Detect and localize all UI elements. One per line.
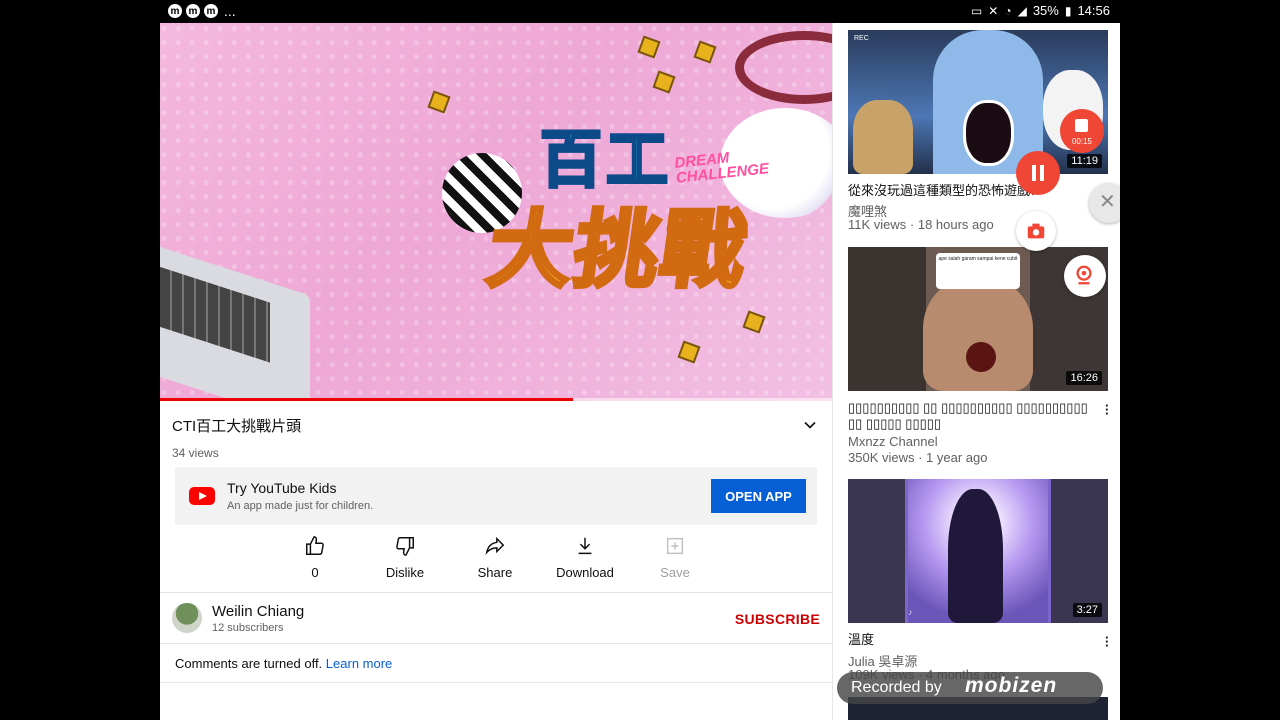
channel-subscribers: 12 subscribers: [212, 622, 284, 634]
kids-promo-subtitle: An app made just for children.: [227, 500, 374, 512]
player-art-laptop: [160, 240, 310, 401]
thumb-rec-label: REC: [854, 35, 869, 42]
dislike-label: Dislike: [385, 565, 425, 580]
watermark-text: Recorded by: [851, 679, 942, 696]
download-icon: [578, 537, 592, 555]
status-system: ▭ ✕ ◔ ◢ 35% ▮ 14:56: [971, 3, 1110, 18]
channel-row: Weilin Chiang 12 subscribers SUBSCRIBE: [172, 601, 820, 637]
learn-more-link[interactable]: Learn more: [326, 656, 392, 671]
more-options-icon[interactable]: · · ·: [1105, 631, 1109, 652]
recommendation-meta: 350K views · 1 year ago: [848, 450, 988, 465]
save-label: Save: [660, 565, 690, 580]
subscribe-button[interactable]: SUBSCRIBE: [735, 611, 820, 627]
kids-promo-title: Try YouTube Kids: [227, 480, 337, 496]
player-art-cube: [637, 35, 661, 59]
notification-icon: m: [204, 4, 218, 18]
camera-icon: [1027, 223, 1045, 239]
share-label: Share: [477, 565, 513, 580]
player-art-cube: [742, 310, 766, 334]
like-button[interactable]: 0: [270, 535, 360, 585]
comments-notice: Comments are turned off. Learn more: [175, 656, 392, 671]
divider: [160, 682, 832, 683]
recommendation-thumbnail[interactable]: ♪ 3:27: [848, 479, 1108, 623]
recorder-stop-button[interactable]: 00:15: [1060, 109, 1104, 153]
more-notifications: ...: [224, 3, 236, 19]
video-duration: 3:27: [1072, 603, 1102, 617]
recommendation-channel: Mxnzz Channel: [848, 434, 938, 449]
thumb-art: [948, 489, 1003, 623]
battery-icon: ▮: [1064, 3, 1072, 18]
player-art-ring: [735, 31, 832, 104]
recorder-screenshot-button[interactable]: [1016, 211, 1056, 251]
share-button[interactable]: Share: [450, 535, 540, 585]
clock: 14:56: [1077, 3, 1110, 18]
player-art-cube: [652, 70, 676, 94]
youtube-kids-promo: Try YouTube Kids An app made just for ch…: [175, 467, 817, 525]
video-player[interactable]: 百工 DREAM CHALLENGE 大挑戰: [160, 23, 832, 401]
channel-name[interactable]: Weilin Chiang: [212, 603, 304, 620]
open-app-button[interactable]: OPEN APP: [711, 479, 806, 513]
signal-icon: ◢: [1017, 3, 1027, 18]
thumb-art: [963, 100, 1014, 166]
more-options-icon[interactable]: · · ·: [1105, 399, 1109, 420]
notification-icon: m: [186, 4, 200, 18]
recommendation-title[interactable]: 溫度: [848, 632, 1088, 648]
video-duration: 11:19: [1067, 154, 1102, 168]
player-art-cube: [427, 90, 451, 114]
save-button[interactable]: Save: [630, 535, 720, 585]
recommendation-meta: 11K views · 18 hours ago: [848, 217, 994, 232]
recorder-pause-button[interactable]: [1016, 151, 1060, 195]
thumb-art: [853, 100, 913, 174]
channel-avatar[interactable]: [172, 603, 202, 633]
divider: [160, 592, 832, 593]
youtube-screen: 百工 DREAM CHALLENGE 大挑戰 CTI百工大挑戰片頭 34 vie…: [160, 23, 1120, 720]
battery-level: 35%: [1032, 3, 1059, 18]
notification-icon: m: [168, 4, 182, 18]
close-icon: ✕: [1099, 191, 1116, 213]
like-count: 0: [311, 565, 319, 580]
thumb-art: ♪: [908, 607, 913, 617]
watermark-brand-logo: mobizen: [965, 674, 1058, 697]
recommendation-thumbnail[interactable]: REC 11:19: [848, 30, 1108, 174]
player-art-cube: [677, 340, 701, 364]
video-info[interactable]: CTI百工大挑戰片頭 34 views: [172, 415, 820, 460]
thumb-art: [966, 342, 996, 372]
dislike-button[interactable]: Dislike: [360, 535, 450, 585]
watch-pane: 百工 DREAM CHALLENGE 大挑戰 CTI百工大挑戰片頭 34 vie…: [160, 23, 832, 720]
recommendation-title[interactable]: ▯▯▯▯▯▯▯▯▯▯ ▯▯ ▯▯▯▯▯▯▯▯▯▯ ▯▯▯▯▯▯▯▯▯▯ ▯▯ ▯…: [848, 400, 1088, 432]
video-duration: 16:26: [1066, 371, 1102, 385]
youtube-kids-logo-icon: [189, 487, 215, 505]
player-art-cube: [693, 40, 717, 64]
video-progress-fill: [160, 398, 574, 401]
cast-icon: ▭: [970, 3, 983, 18]
recorder-facecam-button[interactable]: [1064, 255, 1106, 297]
status-bar: m m m ... ▭ ✕ ◔ ◢ 35% ▮ 14:56: [160, 0, 1120, 23]
comments-off-text: Comments are turned off.: [175, 656, 323, 671]
recorder-timer: 00:15: [1071, 137, 1093, 146]
mute-icon: ✕: [988, 3, 999, 18]
video-progress-bar[interactable]: [160, 398, 832, 401]
video-views: 34 views: [172, 446, 219, 460]
divider: [160, 643, 832, 644]
share-icon: [485, 536, 505, 556]
expand-chevron-icon[interactable]: [800, 415, 820, 435]
download-button[interactable]: Download: [540, 535, 630, 585]
video-title: CTI百工大挑戰片頭: [172, 418, 302, 435]
video-logo-bottom: 大挑戰: [480, 201, 755, 299]
wifi-icon: ◔: [1004, 3, 1012, 18]
stop-icon: [1075, 119, 1088, 132]
thumbs-up-icon: [306, 536, 324, 555]
recorder-watermark: Recorded by mobizen: [837, 672, 1103, 704]
action-bar: 0 Dislike Share Download Save: [270, 535, 740, 585]
thumb-caption: ape salah garam sampai kene cubit: [936, 253, 1020, 289]
download-label: Download: [556, 565, 614, 580]
status-notifications: m m m ...: [168, 3, 236, 19]
thumb-art: [923, 277, 1033, 391]
thumbs-down-icon: [396, 537, 414, 556]
facecam-icon: [1076, 265, 1092, 285]
add-to-playlist-icon: [666, 537, 684, 555]
